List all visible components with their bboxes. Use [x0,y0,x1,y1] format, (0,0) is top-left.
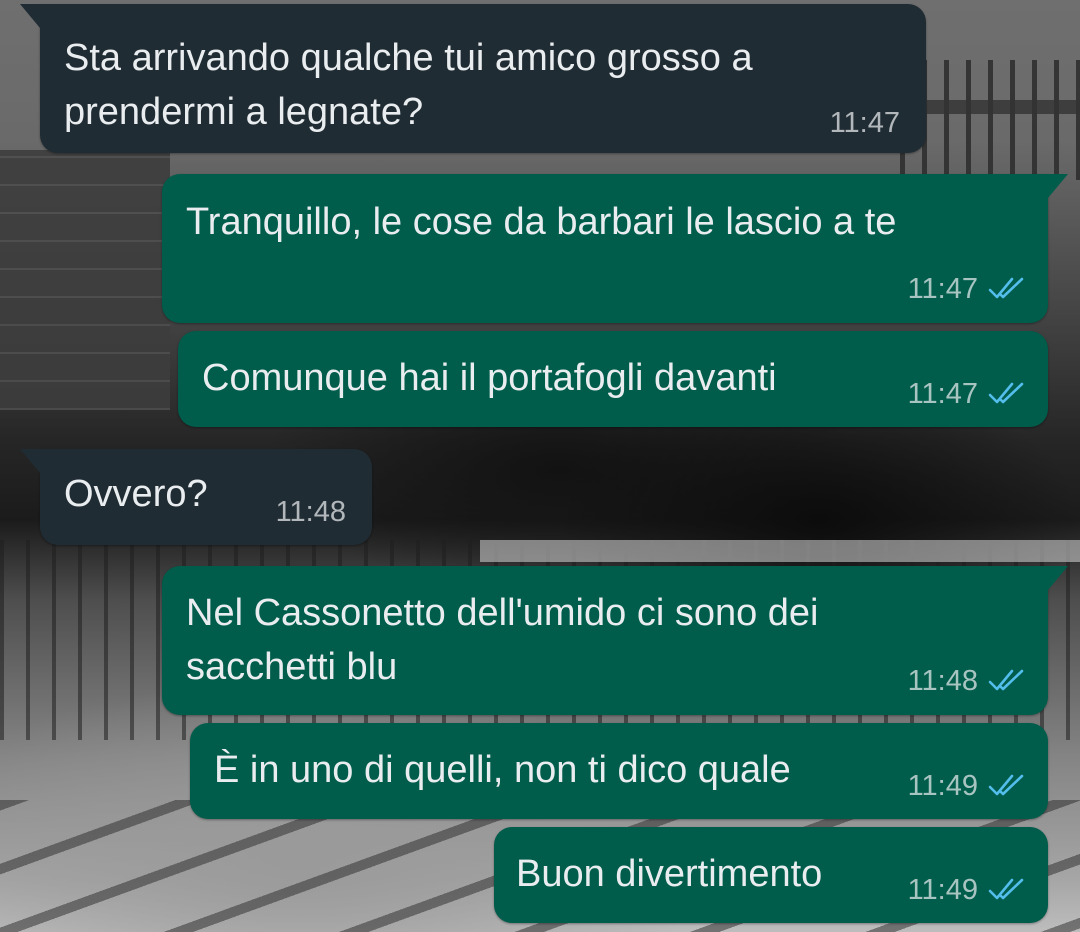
message-bubble-incoming[interactable]: Sta arrivando qualche tui amico grosso a… [20,4,926,153]
message-time: 11:47 [907,273,978,305]
message-bubble-outgoing[interactable]: Comunque hai il portafogli davanti 11:47 [178,331,1048,427]
double-check-icon [988,277,1024,299]
double-check-icon [988,382,1024,404]
double-check-icon [988,774,1024,796]
message-meta: 11:47 [908,377,1026,411]
message-time: 11:49 [907,874,978,906]
message-time: 11:48 [275,496,346,528]
message-bubble-outgoing[interactable]: Nel Cassonetto dell'umido ci sono dei sa… [162,566,1068,715]
message-text: Ovvero? [64,473,208,515]
wallpaper-wall [0,150,170,410]
message-meta: 11:48 [276,495,346,529]
message-meta: 11:49 [908,769,1026,803]
message-text: È in uno di quelli, non ti dico quale [214,749,791,791]
message-bubble-outgoing[interactable]: Buon divertimento 11:49 [494,827,1048,923]
message-bubble-incoming[interactable]: Ovvero? 11:48 [20,449,372,545]
message-time: 11:49 [907,770,978,802]
message-text: Nel Cassonetto dell'umido ci sono dei sa… [186,592,819,688]
message-time: 11:47 [829,107,900,139]
message-text: Tranquillo, le cose da barbari le lascio… [186,201,897,243]
message-text: Buon divertimento [516,853,823,895]
message-bubble-outgoing[interactable]: È in uno di quelli, non ti dico quale 11… [190,723,1048,819]
message-time: 11:48 [907,665,978,697]
message-text: Comunque hai il portafogli davanti [202,357,777,399]
wallpaper-fence [900,60,1080,180]
message-meta: 11:48 [908,664,1026,698]
double-check-icon [988,669,1024,691]
message-text: Sta arrivando qualche tui amico grosso a… [64,37,753,133]
message-meta: 11:47 [908,272,1026,306]
double-check-icon [988,878,1024,900]
message-meta: 11:49 [908,873,1026,907]
message-time: 11:47 [907,378,978,410]
wallpaper-light-strip [480,540,1080,562]
message-bubble-outgoing[interactable]: Tranquillo, le cose da barbari le lascio… [162,174,1068,323]
message-meta: 11:47 [830,106,900,140]
